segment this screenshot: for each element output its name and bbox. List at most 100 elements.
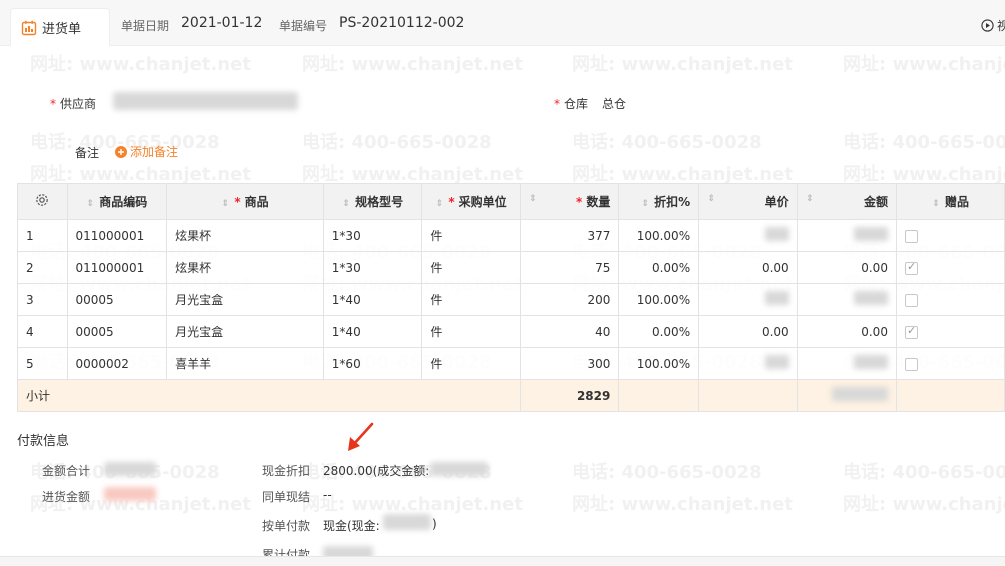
table-row[interactable]: 3 00005 月光宝盒 1*40 件 200 100.00% — [17, 283, 1005, 316]
cell-amount[interactable] — [796, 283, 897, 316]
warehouse-label: * 仓库 — [554, 97, 589, 111]
col-header-amount[interactable]: ⇕ 金额 — [796, 183, 897, 220]
col-header-gift[interactable]: ⇕ 赠品 — [895, 183, 1005, 220]
cell-price[interactable]: 0.00 — [698, 251, 798, 284]
watermark-site: 网址: www.chanjet.net — [843, 54, 1005, 75]
cell-gift[interactable] — [895, 315, 1005, 348]
cell-discount[interactable]: 0.00% — [618, 315, 700, 348]
total-amount-label: 金额合计 — [42, 464, 91, 478]
cell-price[interactable]: 0.00 — [698, 315, 798, 348]
col-header-unit[interactable]: ⇕ * 采购单位 — [421, 183, 521, 220]
pay-by-order-suffix: ) — [432, 517, 437, 531]
pay-by-order-label: 按单付款 — [262, 519, 311, 533]
doc-number-value[interactable]: PS-20210112-002 — [339, 15, 464, 31]
play-circle-icon — [981, 19, 994, 32]
cell-unit[interactable]: 件 — [421, 251, 521, 284]
row-number: 3 — [17, 283, 68, 316]
cell-qty[interactable]: 40 — [519, 315, 620, 348]
gift-checkbox[interactable] — [904, 357, 918, 371]
gift-checkbox[interactable] — [904, 229, 918, 243]
doc-number-label: 单据编号 — [279, 19, 328, 33]
watermark-site: 网址: www.chanjet.net — [572, 494, 793, 515]
sort-icon: ⇕ — [707, 194, 716, 204]
cell-amount[interactable]: 0.00 — [796, 251, 897, 284]
col-header-discount[interactable]: ⇕ 折扣% — [618, 183, 700, 220]
cell-code[interactable]: 011000001 — [66, 219, 168, 252]
cell-unit[interactable]: 件 — [421, 283, 521, 316]
cell-price[interactable] — [698, 219, 798, 252]
purchase-amount-label: 进货金额 — [42, 490, 91, 504]
video-button[interactable]: 视 — [981, 17, 1005, 34]
gear-icon — [36, 194, 49, 206]
watermark-site: 网址: www.chanjet.net — [302, 54, 523, 75]
table-header-row: ⇕ 商品编码 ⇕ * 商品 ⇕ 规格型号 ⇕ * 采购单位 ⇕ * 数量 ⇕ 折扣% ⇕ 单价 ⇕ 金… — [17, 183, 1005, 220]
purchase-doc-icon — [21, 20, 37, 36]
cell-spec: 1*30 — [322, 219, 423, 252]
cell-discount[interactable]: 100.00% — [618, 347, 700, 380]
doc-date-label: 单据日期 — [121, 19, 170, 33]
pay-by-order-value: 现金(现金: — [323, 519, 380, 533]
col-header-price[interactable]: ⇕ 单价 — [698, 183, 798, 220]
cell-unit[interactable]: 件 — [421, 315, 521, 348]
cell-discount[interactable]: 0.00% — [618, 251, 700, 284]
column-settings-button[interactable] — [17, 183, 68, 220]
cell-qty[interactable]: 200 — [519, 283, 620, 316]
col-header-spec[interactable]: ⇕ 规格型号 — [322, 183, 423, 220]
cell-amount[interactable] — [796, 347, 897, 380]
cell-discount[interactable]: 100.00% — [618, 219, 700, 252]
row-number: 1 — [17, 219, 68, 252]
cell-qty[interactable]: 75 — [519, 251, 620, 284]
subtotal-label: 小计 — [17, 379, 521, 412]
table-row[interactable]: 2 011000001 炫果杯 1*30 件 75 0.00% 0.00 0.00 — [17, 251, 1005, 284]
cell-qty[interactable]: 300 — [519, 347, 620, 380]
cell-discount[interactable]: 100.00% — [618, 283, 700, 316]
cell-gift[interactable] — [895, 251, 1005, 284]
cell-product[interactable]: 月光宝盒 — [166, 283, 324, 316]
col-header-qty[interactable]: ⇕ * 数量 — [519, 183, 620, 220]
sort-icon: ⇕ — [342, 199, 350, 209]
gift-checkbox[interactable] — [904, 324, 918, 339]
cell-price[interactable] — [698, 283, 798, 316]
cell-gift[interactable] — [895, 283, 1005, 316]
cash-amount-value — [383, 514, 431, 530]
tab-label: 进货单 — [42, 22, 82, 37]
cell-product[interactable]: 喜羊羊 — [166, 347, 324, 380]
cell-code[interactable]: 00005 — [66, 315, 168, 348]
watermark-site: 网址: www.chanjet.net — [30, 54, 251, 75]
cell-code[interactable]: 0000002 — [66, 347, 168, 380]
cell-product[interactable]: 炫果杯 — [166, 251, 324, 284]
cell-gift[interactable] — [895, 219, 1005, 252]
col-header-product[interactable]: ⇕ * 商品 — [166, 183, 324, 220]
cash-discount-label: 现金折扣 — [262, 464, 311, 478]
video-label: 视 — [996, 19, 1005, 33]
cell-code[interactable]: 00005 — [66, 283, 168, 316]
supplier-field[interactable] — [113, 92, 298, 110]
table-row[interactable]: 5 0000002 喜羊羊 1*60 件 300 100.00% — [17, 347, 1005, 380]
subtotal-amount — [796, 379, 897, 412]
cell-product[interactable]: 月光宝盒 — [166, 315, 324, 348]
cell-unit[interactable]: 件 — [421, 347, 521, 380]
cell-gift[interactable] — [895, 347, 1005, 380]
cell-unit[interactable]: 件 — [421, 219, 521, 252]
total-amount-value — [104, 462, 156, 476]
cell-qty[interactable]: 377 — [519, 219, 620, 252]
cell-price[interactable] — [698, 347, 798, 380]
plus-circle-icon — [115, 145, 127, 158]
warehouse-value[interactable]: 总仓 — [602, 95, 626, 112]
watermark-site: 网址: www.chanjet.net — [572, 54, 793, 75]
table-row[interactable]: 1 011000001 炫果杯 1*30 件 377 100.00% — [17, 219, 1005, 252]
gift-checkbox[interactable] — [904, 293, 918, 307]
tab-purchase-order[interactable]: 进货单 — [10, 8, 110, 46]
doc-date-value[interactable]: 2021-01-12 — [181, 15, 262, 31]
watermark-phone: 电话: 400-665-0028 — [843, 462, 1005, 483]
table-row[interactable]: 4 00005 月光宝盒 1*40 件 40 0.00% 0.00 0.00 — [17, 315, 1005, 348]
gift-checkbox[interactable] — [904, 260, 918, 275]
cell-amount[interactable]: 0.00 — [796, 315, 897, 348]
cell-code[interactable]: 011000001 — [66, 251, 168, 284]
watermark-phone: 电话: 400-665-0028 — [572, 132, 762, 153]
cell-product[interactable]: 炫果杯 — [166, 219, 324, 252]
add-remark-button[interactable]: 添加备注 — [115, 143, 178, 160]
col-header-code[interactable]: ⇕ 商品编码 — [66, 183, 168, 220]
watermark-phone: 电话: 400-665-0028 — [302, 132, 492, 153]
cell-amount[interactable] — [796, 219, 897, 252]
